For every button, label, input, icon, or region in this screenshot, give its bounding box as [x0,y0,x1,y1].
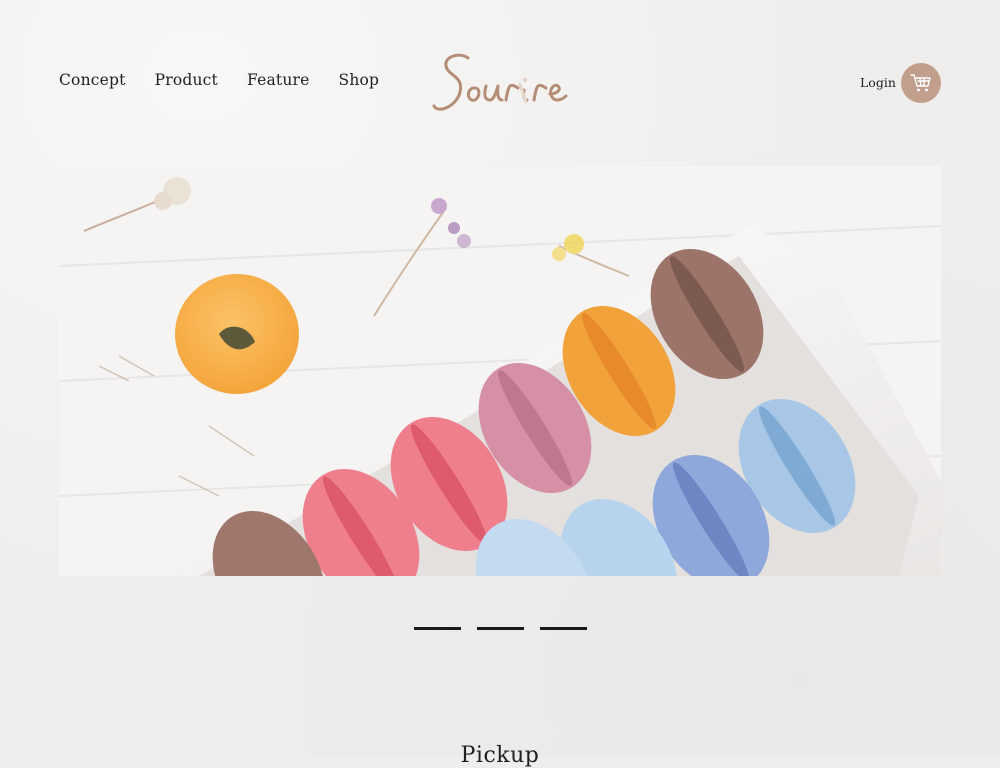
carousel-indicator-1[interactable] [414,627,461,630]
main-nav: Concept Product Feature Shop [59,71,379,89]
nav-shop[interactable]: Shop [339,71,380,89]
login-link[interactable]: Login [860,75,896,90]
brand-logo[interactable] [430,44,575,118]
hero-macarons-image [59,166,941,576]
cart-button[interactable] [901,63,941,103]
carousel-indicators [414,627,587,630]
nav-concept[interactable]: Concept [59,71,126,89]
cart-icon [910,74,931,92]
carousel-indicator-2[interactable] [477,627,524,630]
logo-script-image [432,53,568,111]
carousel-indicator-3[interactable] [540,627,587,630]
nav-product[interactable]: Product [155,71,218,89]
hero-banner [59,166,941,576]
section-title: Pickup [460,743,540,768]
nav-feature[interactable]: Feature [247,71,310,89]
